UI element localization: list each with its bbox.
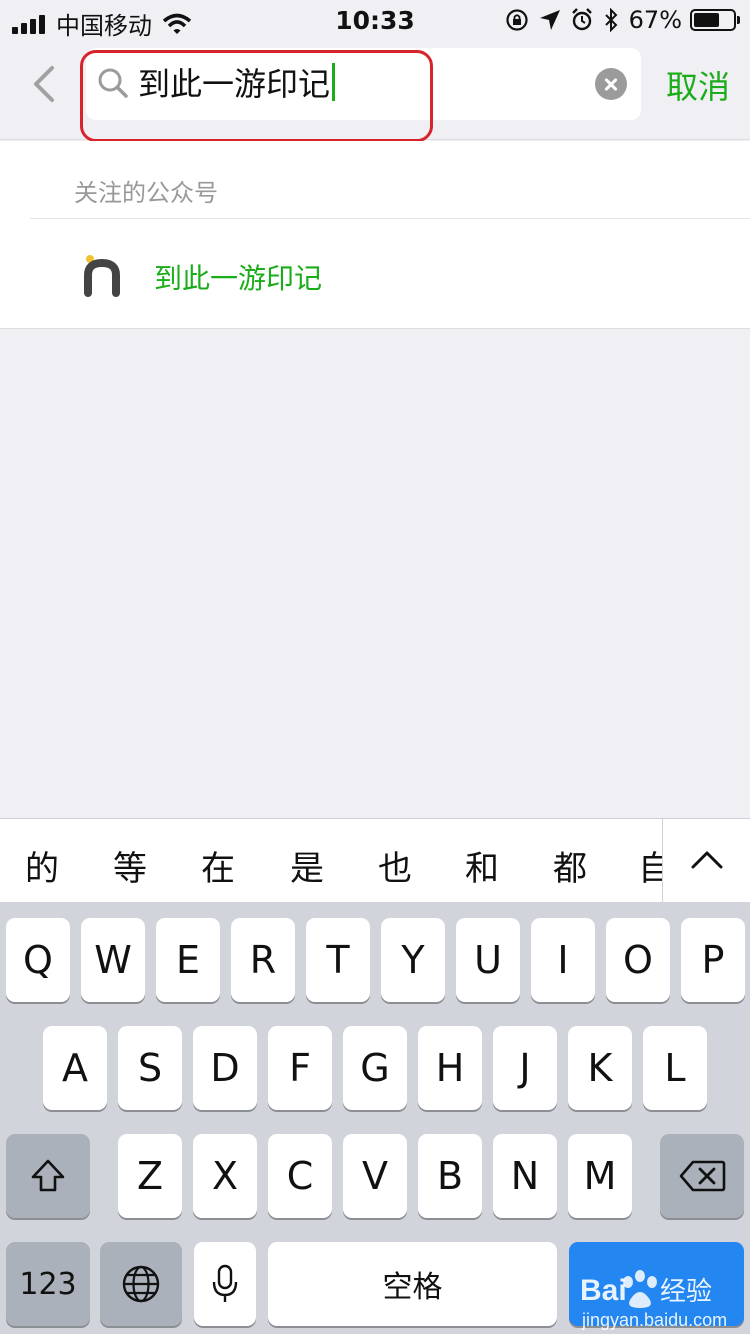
candidate-word[interactable]: 都 [540,841,600,890]
candidate-word[interactable]: 的 [12,841,72,890]
search-icon [98,68,128,98]
chevron-up-icon [691,851,723,869]
expand-candidates-button[interactable] [662,819,750,902]
key-y[interactable]: Y [381,918,445,1002]
key-w[interactable]: W [81,918,145,1002]
search-query-text: 到此一游印记 [138,65,331,103]
clear-icon[interactable] [595,68,627,100]
key-c[interactable]: C [268,1134,332,1218]
key-b[interactable]: B [418,1134,482,1218]
globe-icon [122,1265,160,1303]
section-title: 关注的公众号 [74,179,218,207]
svg-text:Bai: Bai [580,1274,627,1307]
dictation-key[interactable] [194,1242,256,1326]
key-j[interactable]: J [493,1026,557,1110]
key-l[interactable]: L [643,1026,707,1110]
back-chevron-icon[interactable] [28,64,60,104]
key-f[interactable]: F [268,1026,332,1110]
key-e[interactable]: E [156,918,220,1002]
key-u[interactable]: U [456,918,520,1002]
search-results: 关注的公众号 到此一游印记 [0,141,750,329]
text-cursor [332,63,336,101]
shift-icon [31,1159,65,1192]
cancel-button[interactable]: 取消 [666,62,730,108]
key-g[interactable]: G [343,1026,407,1110]
key-q[interactable]: Q [6,918,70,1002]
key-k[interactable]: K [568,1026,632,1110]
microphone-icon [212,1264,238,1302]
key-i[interactable]: I [531,918,595,1002]
candidate-word[interactable]: 也 [365,841,425,890]
shift-key[interactable] [6,1134,90,1218]
key-x[interactable]: X [193,1134,257,1218]
candidate-word[interactable]: 在 [188,841,248,890]
space-key[interactable]: 空格 [268,1242,557,1326]
status-right: 67% [505,6,740,34]
key-v[interactable]: V [343,1134,407,1218]
key-d[interactable]: D [193,1026,257,1110]
key-s[interactable]: S [118,1026,182,1110]
svg-text:经验: 经验 [660,1277,712,1307]
alarm-icon [571,8,592,31]
key-m[interactable]: M [568,1134,632,1218]
candidate-word[interactable]: 等 [100,841,160,890]
result-name: 到此一游印记 [154,262,323,295]
delete-key[interactable] [660,1134,744,1218]
battery-fill [694,13,720,27]
search-input[interactable]: 到此一游印记 [86,48,641,120]
key-z[interactable]: Z [118,1134,182,1218]
candidate-bar: 的 等 在 是 也 和 都 自 [0,818,750,902]
key-o[interactable]: O [606,918,670,1002]
candidate-word[interactable]: 和 [452,841,512,890]
orientation-lock-icon [506,9,528,31]
key-r[interactable]: R [231,918,295,1002]
globe-key[interactable] [100,1242,182,1326]
candidate-word[interactable]: 是 [277,841,337,890]
bluetooth-icon [604,8,618,32]
location-icon [539,10,560,30]
key-a[interactable]: A [43,1026,107,1110]
search-query[interactable]: 到此一游印记 [138,62,336,103]
baidu-jingyan-watermark: Bai 经验 jingyan.baidu.com [580,1270,727,1330]
battery-icon [690,9,740,31]
status-bar: 中国移动 10:33 67% [0,0,750,40]
list-item[interactable]: 到此一游印记 [0,219,750,329]
svg-text:jingyan.baidu.com: jingyan.baidu.com [581,1310,727,1330]
backspace-icon [679,1160,726,1192]
battery-percent: 67% [628,6,682,34]
key-p[interactable]: P [681,918,745,1002]
key-n[interactable]: N [493,1134,557,1218]
numbers-key[interactable]: 123 [6,1242,90,1326]
key-h[interactable]: H [418,1026,482,1110]
search-header: 到此一游印记 取消 [0,40,750,142]
official-account-logo-icon [84,255,120,297]
key-t[interactable]: T [306,918,370,1002]
